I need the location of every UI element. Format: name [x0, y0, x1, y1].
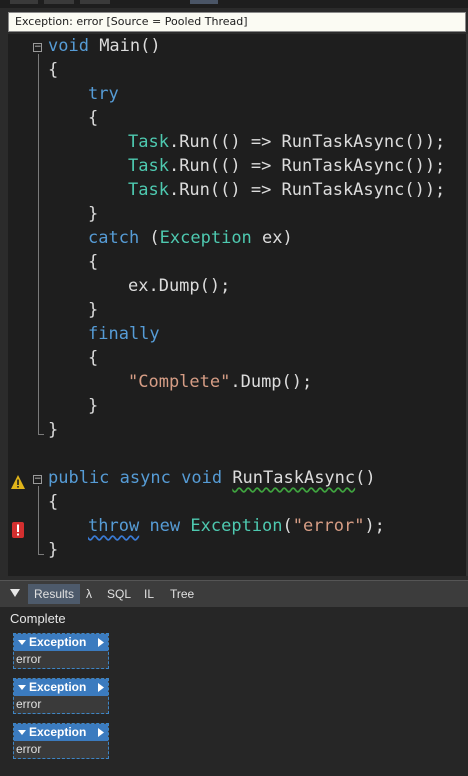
- warning-icon[interactable]: [10, 474, 26, 490]
- type-name: Exception: [190, 516, 283, 536]
- exception-message: error: [14, 696, 108, 713]
- indent-guide: [38, 54, 39, 434]
- exception-header[interactable]: Exception: [14, 634, 108, 651]
- code-token: Main(): [88, 36, 161, 56]
- type-name: Task: [128, 132, 169, 152]
- chevron-right-icon[interactable]: [98, 638, 104, 647]
- method-name: RunTaskAsync: [232, 468, 356, 488]
- code-token: .Run(() => RunTaskAsync());: [168, 180, 446, 200]
- tab-il[interactable]: IL: [138, 584, 160, 604]
- results-pane: Complete Exception error Exception error…: [0, 607, 468, 776]
- code-line: try: [88, 84, 119, 104]
- exception-message: error: [14, 741, 108, 758]
- type-name: Task: [128, 156, 169, 176]
- indent-guide: [38, 486, 39, 554]
- code-line: }: [88, 396, 99, 416]
- indent-guide-end: [38, 434, 44, 435]
- code-line: }: [88, 204, 99, 224]
- exception-result[interactable]: Exception error: [13, 633, 109, 669]
- toolbar-fragment: [44, 0, 74, 4]
- code-line: ex.Dump();: [128, 276, 231, 296]
- code-line: {: [88, 348, 99, 368]
- exception-header-label: Exception: [29, 680, 87, 694]
- code-line: {: [48, 60, 59, 80]
- code-line: }: [88, 300, 99, 320]
- exception-header[interactable]: Exception: [14, 724, 108, 741]
- code-line: public async void RunTaskAsync(): [48, 466, 376, 490]
- code-line: }: [48, 540, 59, 560]
- keyword: throw: [88, 516, 140, 536]
- chevron-right-icon[interactable]: [98, 728, 104, 737]
- exception-header-label: Exception: [29, 725, 87, 739]
- code-token: .Dump();: [230, 372, 313, 392]
- code-line: Task.Run(() => RunTaskAsync());: [128, 154, 445, 178]
- chevron-down-icon: [18, 730, 26, 735]
- tab-sql[interactable]: SQL: [101, 584, 137, 604]
- tab-tree[interactable]: Tree: [164, 584, 200, 604]
- exception-header-label: Exception: [29, 635, 87, 649]
- code-line: Task.Run(() => RunTaskAsync());: [128, 178, 445, 202]
- code-token: .Run(() => RunTaskAsync());: [168, 132, 446, 152]
- error-icon[interactable]: [12, 522, 24, 538]
- keyword: void: [181, 468, 223, 488]
- editor-gutter: [8, 34, 30, 576]
- code-line: throw new Exception("error");: [88, 514, 385, 538]
- indent-guide-end: [38, 554, 44, 555]
- toolbar-fragment: [190, 0, 218, 4]
- code-line: {: [88, 252, 99, 272]
- toolbar-fragment: [80, 0, 110, 4]
- code-token: (): [355, 468, 376, 488]
- exception-tooltip: Exception: error [Source = Pooled Thread…: [8, 12, 466, 32]
- code-line: finally: [88, 324, 160, 344]
- results-tab-bar: Results λ SQL IL Tree: [0, 580, 468, 607]
- tab-lambda[interactable]: λ: [80, 584, 98, 604]
- title-strip: [0, 0, 468, 8]
- keyword: void: [48, 36, 89, 56]
- type-name: Task: [128, 180, 169, 200]
- keyword: new: [149, 516, 181, 536]
- string-literal: "Complete": [128, 372, 231, 392]
- string-literal: "error": [292, 516, 365, 536]
- exception-header[interactable]: Exception: [14, 679, 108, 696]
- fold-collapse-icon[interactable]: −: [33, 43, 42, 52]
- code-line: {: [88, 108, 99, 128]
- chevron-right-icon[interactable]: [98, 683, 104, 692]
- code-line: void Main(): [48, 34, 161, 58]
- code-editor[interactable]: − − void Main() { try { Task.Run(() => R…: [8, 34, 468, 576]
- keyword: public: [48, 468, 110, 488]
- fold-collapse-icon[interactable]: −: [33, 475, 42, 484]
- status-text: Complete: [10, 611, 66, 626]
- exception-result[interactable]: Exception error: [13, 723, 109, 759]
- chevron-down-icon: [18, 640, 26, 645]
- toolbar-fragment: [10, 0, 38, 4]
- exception-message: error: [14, 651, 108, 668]
- code-token: ex): [251, 228, 293, 248]
- code-line: catch (Exception ex): [88, 226, 293, 250]
- code-token: );: [364, 516, 385, 536]
- exception-result[interactable]: Exception error: [13, 678, 109, 714]
- code-token: (: [282, 516, 293, 536]
- keyword: async: [119, 468, 171, 488]
- tab-results[interactable]: Results: [28, 584, 81, 604]
- code-token: .Run(() => RunTaskAsync());: [168, 156, 446, 176]
- code-line: }: [48, 420, 59, 440]
- code-token: (: [139, 228, 160, 248]
- collapse-panel-icon[interactable]: [10, 589, 20, 598]
- code-line: "Complete".Dump();: [128, 370, 312, 394]
- code-line: Task.Run(() => RunTaskAsync());: [128, 130, 445, 154]
- code-line: {: [48, 492, 59, 512]
- keyword: catch: [88, 228, 140, 248]
- chevron-down-icon: [18, 685, 26, 690]
- type-name: Exception: [159, 228, 252, 248]
